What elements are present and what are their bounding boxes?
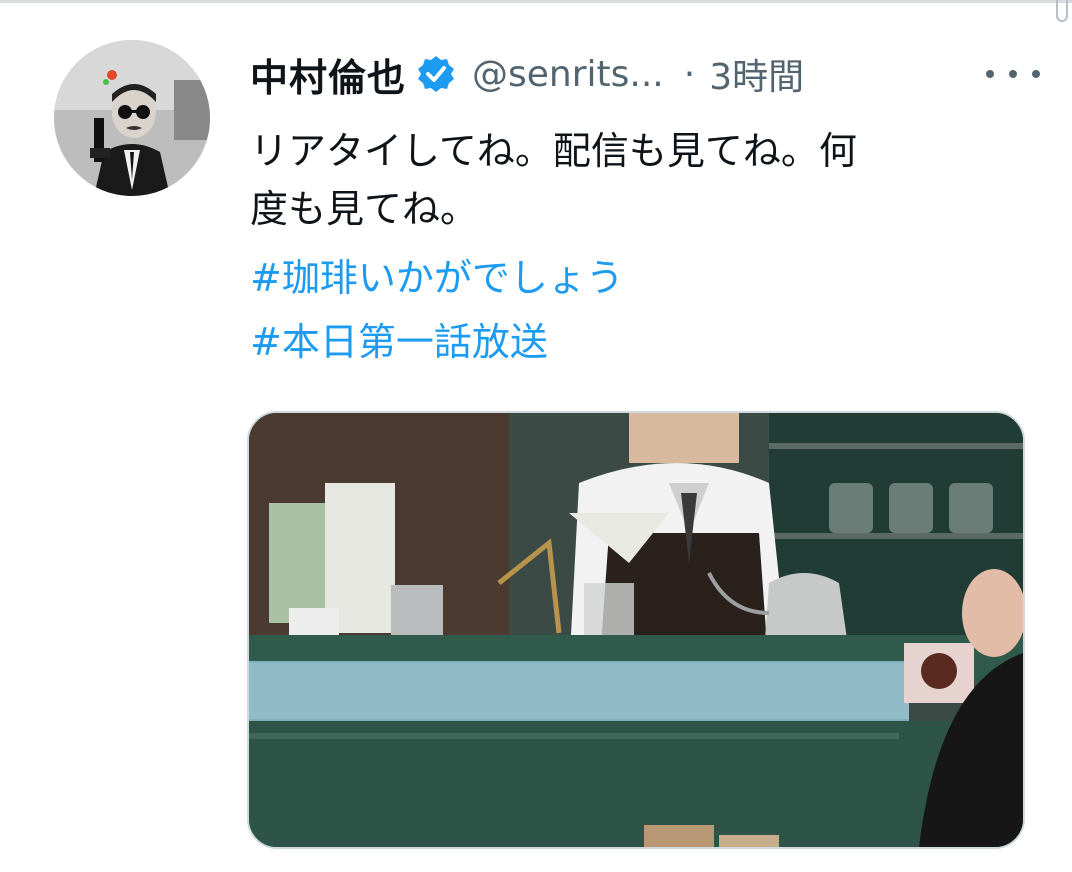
avatar[interactable] [54,40,210,196]
tweet-media-photo[interactable] [247,411,1025,849]
tweet-text-line: リアタイしてね。配信も見てね。何 [250,129,857,173]
scroll-handle[interactable] [1056,0,1068,22]
timestamp[interactable]: 3時間 [709,48,804,100]
hashtag-link[interactable]: #珈琲いかがでしょう [250,246,624,310]
verified-badge-icon [416,54,456,94]
tweet-header: 中村倫也 @senrits... · 3時間 [250,46,1040,102]
top-divider [0,0,1072,3]
tweet-text: リアタイしてね。配信も見てね。何 度も見てね。 [250,122,1030,238]
more-horizontal-icon[interactable] [986,52,1040,96]
display-name[interactable]: 中村倫也 [250,47,406,102]
hashtag-link[interactable]: #本日第一話放送 [250,310,624,374]
separator-dot: · [683,53,696,95]
tweet-text-line: 度も見てね。 [250,187,479,231]
hashtag-list: #珈琲いかがでしょう #本日第一話放送 [250,246,624,374]
user-handle[interactable]: @senrits... [472,54,664,95]
